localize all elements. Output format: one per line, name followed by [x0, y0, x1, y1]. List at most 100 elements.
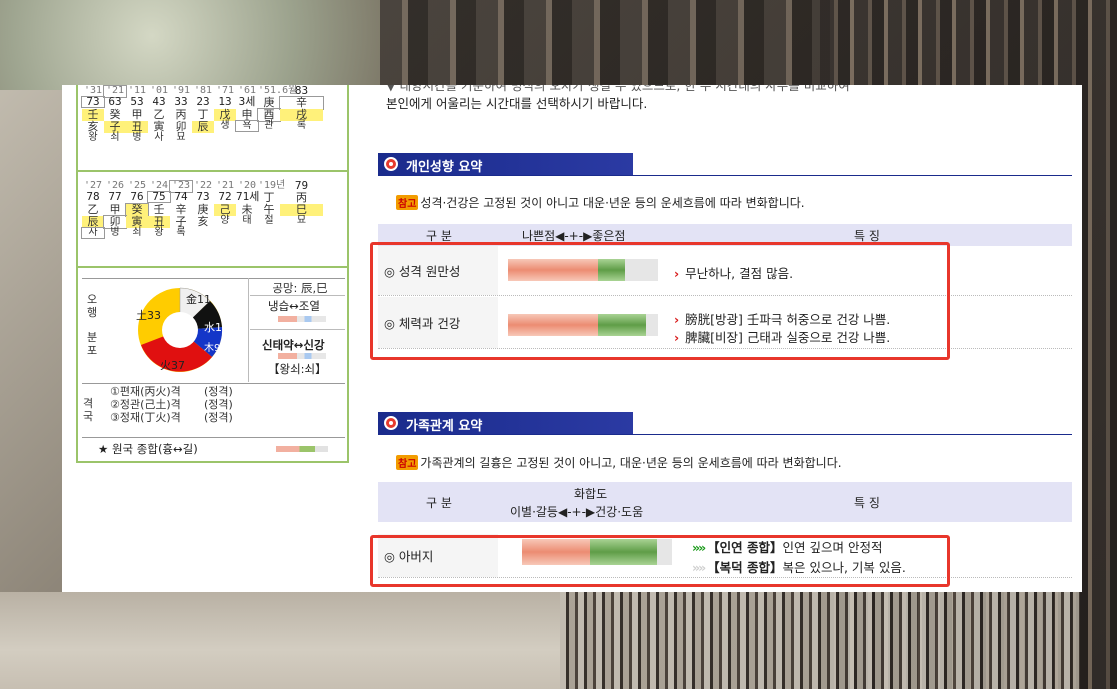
seun-cell: 壬 [153, 202, 165, 216]
col-feature: 특 징 [854, 496, 880, 510]
divider [78, 170, 347, 172]
seun-cell: 癸 [125, 202, 149, 217]
daeun-cell: 53 [130, 94, 144, 108]
sintae-label: 신태약↔신강 [262, 338, 325, 352]
daeun-cell: 壬 [82, 108, 104, 121]
col-scale-title: 화합도 [574, 487, 608, 501]
section-title: 가족관계 요약 [406, 419, 483, 434]
daeun-cell: 乙 [153, 107, 165, 121]
daeun-cell: 酉 [257, 107, 281, 122]
note-tag: 참고 [396, 195, 419, 210]
target-icon [384, 416, 398, 430]
seun-table: '27'26'25'24'23'22'21'20'19년 79 78 77 76 75 74… [81, 180, 345, 239]
daeun-cell: 13 [218, 94, 232, 108]
daeun-cell: 사 [154, 131, 164, 143]
highlight-box [370, 242, 950, 360]
daeun-cell: 왕 [88, 131, 98, 143]
seun-cell: 양 [220, 214, 230, 226]
seun-cell: 72 [218, 189, 232, 203]
gyeok-name: ③정재(丁火)격 [110, 411, 181, 424]
family-section-header: 가족관계 요약 [378, 412, 678, 434]
gyeok-type: (정격) [204, 385, 233, 398]
seun-cell: 74 [174, 189, 188, 203]
seun-cell: 왕 [154, 226, 164, 238]
seun-cell: 77 [108, 189, 122, 203]
daeun-cell: 33 [174, 94, 188, 108]
daeun-cell: 丁 [197, 107, 209, 121]
donut-label-geum: 金11 [186, 292, 211, 306]
daeun-cell: 辛 [279, 95, 324, 110]
seun-cell: 태 [242, 214, 252, 226]
personality-section-header: 개인성향 요약 [378, 153, 678, 175]
daeun-cell: 73 [81, 95, 105, 108]
daeun-cell: 43 [152, 94, 166, 108]
background-bookshelf-bottom [560, 590, 1080, 689]
gyeok-name: ①편재(丙火)격 [110, 385, 181, 398]
seun-cell: 乙 [87, 202, 99, 216]
donut-label-mok: 木9 [204, 342, 220, 354]
seun-cell: '19년 [258, 180, 286, 191]
content-panel: '31'21'11'01'91'81'71'61'51.6월 83 73 63 53 43… [62, 85, 1082, 592]
seun-cell: 75 [147, 190, 171, 203]
seun-cell: 78 [86, 189, 100, 203]
naengseup-label: 냉습↔조열 [268, 299, 320, 313]
intro-line-1: ▼ 태양시간을 기준하여 명식의 오차가 생길 수 있으므로, 한 두 시간대의… [386, 85, 850, 93]
daeun-cell: 욕 [235, 119, 259, 132]
gyeok-list: ①편재(丙火)격 (정격) ②정관(己土)격 (정격) ③정재(丁火)격 (정격) [82, 385, 345, 424]
daeun-cell: 癸 [109, 107, 121, 121]
daeun-cell: 戌 [280, 108, 323, 121]
wonguk-total-label: ★ 원국 종합(흉↔길) [98, 442, 198, 456]
note-text: 성격·건강은 고정된 것이 아니고 대운·년운 등의 운세흐름에 따라 변화합니… [420, 196, 805, 210]
daeun-cell: 생 [220, 119, 230, 131]
daeun-cell: 묘 [176, 131, 186, 143]
background-tree [0, 0, 380, 90]
seun-cell: 卯 [103, 214, 127, 229]
summary-content: ▼ 태양시간을 기준하여 명식의 오차가 생길 수 있으므로, 한 두 시간대의… [370, 85, 1072, 592]
gongmang: 공망: 辰,巳 [272, 281, 328, 295]
ohaeng-donut-chart: 土33 金11 水11 木9 火37 [136, 287, 229, 372]
donut-label-to: 土33 [136, 309, 161, 322]
daeun-cell: 甲 [131, 107, 143, 121]
target-icon [384, 157, 398, 171]
daeun-cell: 23 [196, 94, 210, 108]
daeun-cell: 丙 [175, 107, 187, 121]
wangsoe-label: 【왕쇠:쇠】 [268, 362, 327, 376]
gyeok-row: ①편재(丙火)격 (정격) [82, 385, 345, 398]
background-floor [0, 592, 560, 689]
seun-cell: 사 [81, 226, 105, 239]
seun-cell: 묘 [296, 214, 307, 226]
intro-text: ▼ 태양시간을 기준하여 명식의 오차가 생길 수 있으므로, 한 두 시간대의… [386, 85, 850, 113]
seun-cell: 辛 [175, 202, 187, 216]
gyeok-name: ②정관(己土)격 [110, 398, 181, 411]
saju-panel: '31'21'11'01'91'81'71'61'51.6월 83 73 63 53 43… [76, 85, 349, 463]
daeun-cell: 3세 [238, 94, 256, 108]
seun-cell: 寅 [126, 215, 148, 228]
wonguk-total-bar [276, 446, 328, 452]
gyeok-row: ③정재(丁火)격 (정격) [82, 411, 345, 424]
daeun-cell: 卯 [175, 119, 187, 133]
gyeok-type: (정격) [204, 398, 233, 411]
daeun-cell: 辰 [192, 120, 214, 133]
col-category: 구 분 [426, 496, 452, 510]
daeun-cell: 병 [132, 131, 142, 143]
personality-note: 참고 성격·건강은 고정된 것이 아니고 대운·년운 등의 운세흐름에 따라 변화… [396, 194, 805, 211]
highlight-box [370, 535, 950, 587]
bunpo-label: 분포 [86, 331, 98, 357]
divider [78, 266, 347, 268]
note-tag: 참고 [396, 455, 419, 470]
daeun-cell: 쇠 [110, 131, 120, 143]
divider [378, 175, 1072, 176]
naengseup-bar [278, 316, 326, 322]
seun-cell: 丙 [296, 190, 307, 204]
donut-hole [162, 312, 198, 348]
family-note: 참고 가족관계의 길흉은 고정된 것이 아니고, 대운·년운 등의 운세흐름에 따… [396, 454, 842, 471]
seun-cell: 쇠 [132, 226, 142, 238]
divider [82, 383, 345, 384]
seun-cell: 丑 [148, 215, 170, 228]
family-table-header: 구 분 화합도 이별·갈등◀-+-▶건강·도움 특 징 [378, 482, 1072, 522]
daeun-cell: 亥 [87, 119, 99, 133]
seun-cell: 甲 [109, 202, 121, 216]
daeun-cell: '51.6월 [258, 85, 298, 96]
seun-cell: 절 [264, 214, 274, 226]
daeun-cell: 관 [264, 119, 274, 131]
